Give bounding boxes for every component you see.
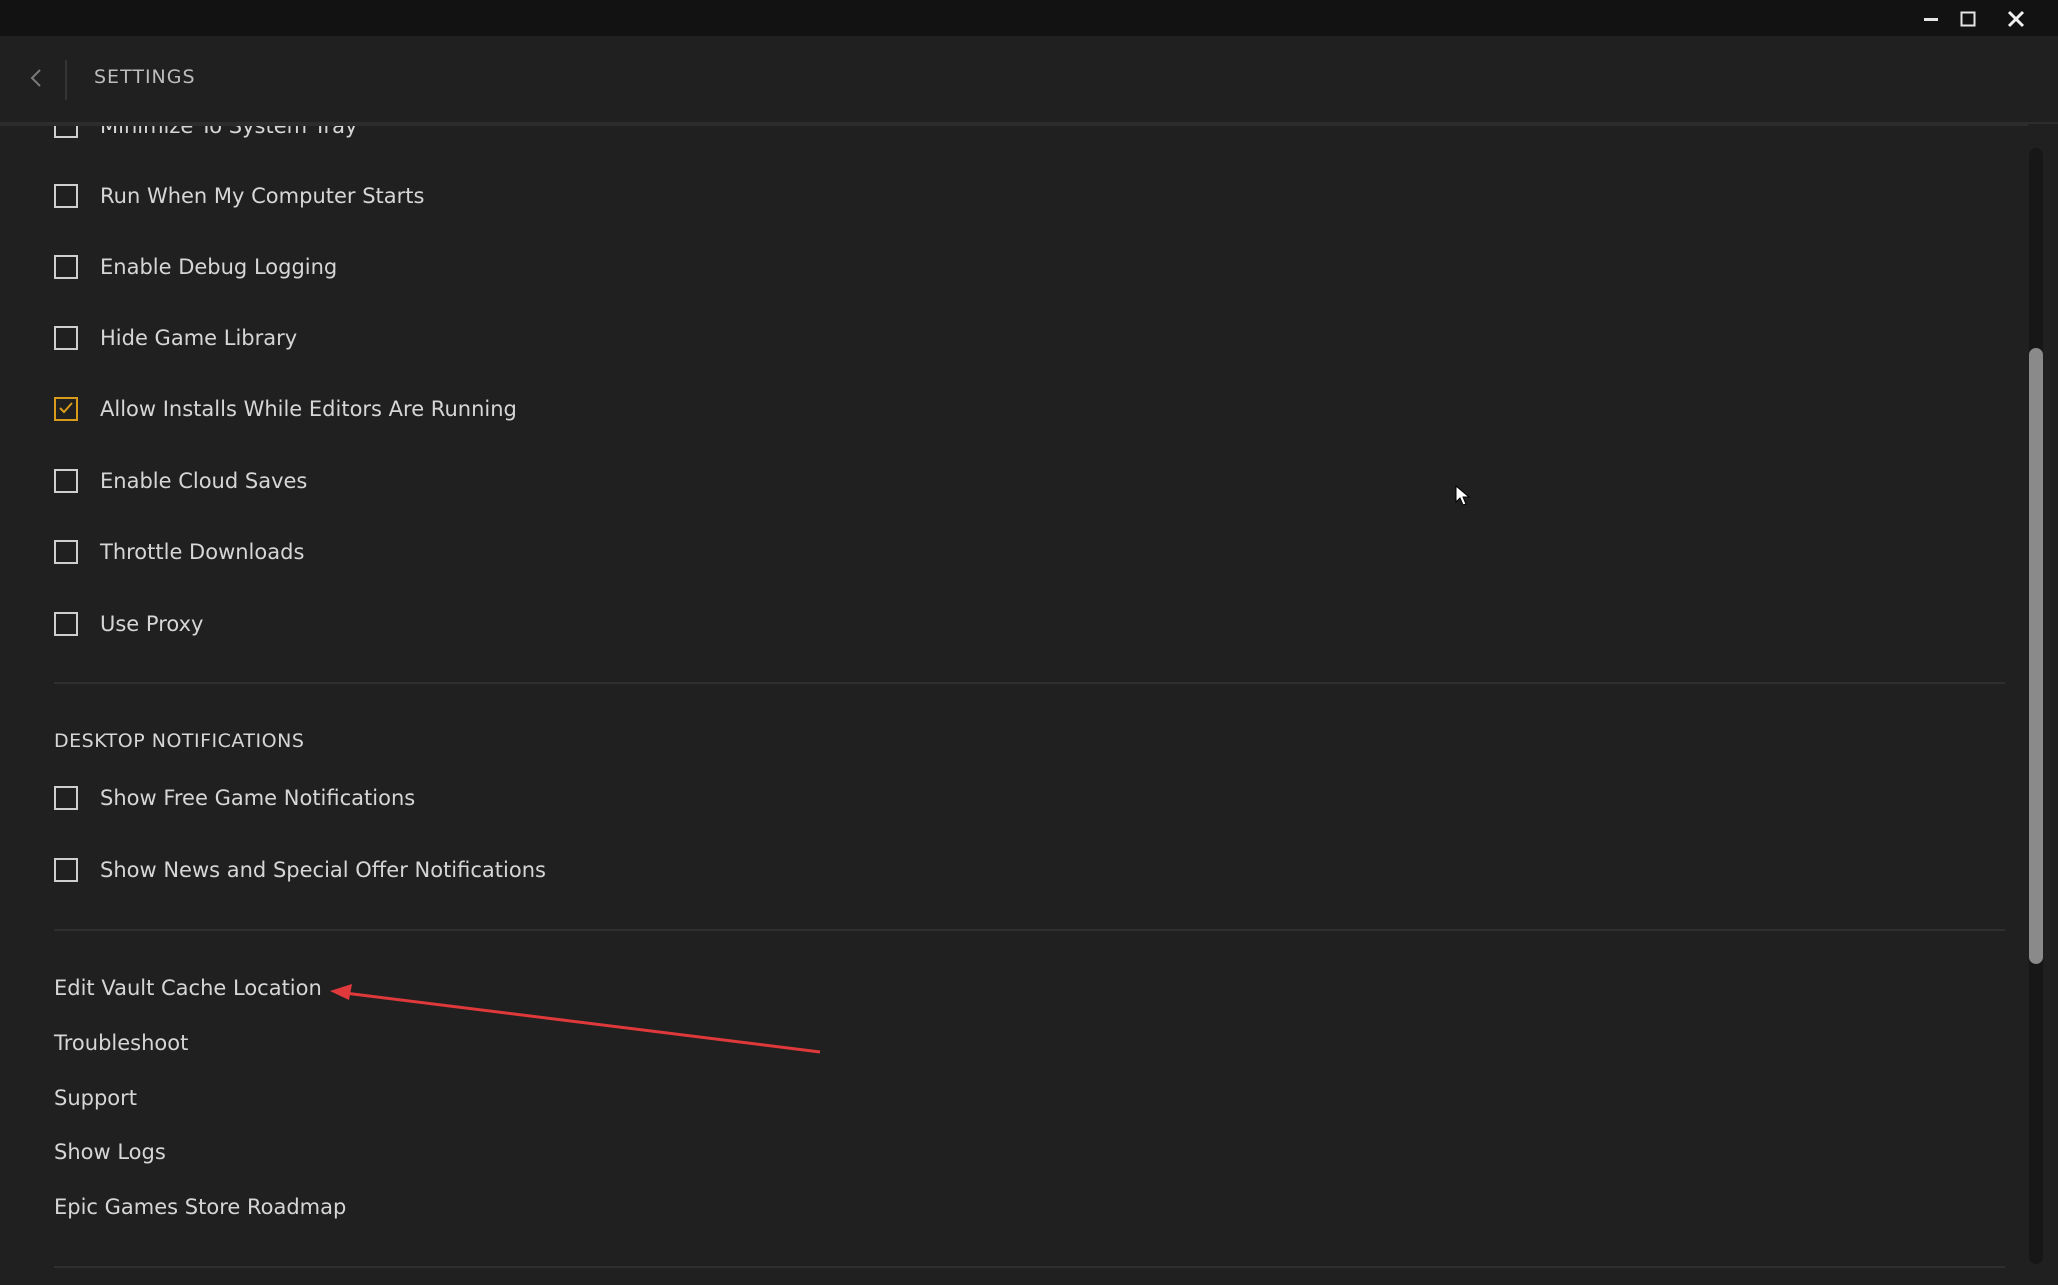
option-allow-installs-editors[interactable]: Allow Installs While Editors Are Running: [54, 391, 517, 427]
minimize-icon[interactable]: [1913, 2, 1949, 36]
header-bottom-border: [0, 124, 2028, 126]
checkbox[interactable]: [54, 540, 78, 564]
page-title: SETTINGS: [94, 66, 196, 88]
option-throttle-downloads[interactable]: Throttle Downloads: [54, 534, 304, 570]
option-label: Run When My Computer Starts: [100, 184, 425, 208]
checkmark-icon: [58, 400, 74, 419]
option-label: Minimize To System Tray: [100, 126, 358, 138]
option-news-offer-notifications[interactable]: Show News and Special Offer Notification…: [54, 852, 546, 888]
option-debug-logging[interactable]: Enable Debug Logging: [54, 249, 337, 285]
checkbox[interactable]: [54, 786, 78, 810]
checkbox[interactable]: [54, 255, 78, 279]
checkbox[interactable]: [54, 858, 78, 882]
link-show-logs[interactable]: Show Logs: [54, 1140, 166, 1164]
settings-window: SETTINGS Minimize To System Tray Run Whe…: [0, 36, 2058, 1285]
option-minimize-to-tray[interactable]: Minimize To System Tray: [54, 126, 357, 144]
option-label: Show Free Game Notifications: [100, 786, 416, 810]
checkbox[interactable]: [54, 612, 78, 636]
section-divider: [54, 929, 2005, 931]
section-divider: [54, 1266, 2005, 1268]
chevron-left-icon: [28, 67, 44, 93]
checkbox[interactable]: [54, 469, 78, 493]
option-label: Hide Game Library: [100, 326, 298, 350]
link-troubleshoot[interactable]: Troubleshoot: [54, 1031, 188, 1055]
window-titlebar: [0, 0, 2058, 36]
option-label: Show News and Special Offer Notification…: [100, 858, 546, 882]
close-icon[interactable]: [1998, 2, 2034, 36]
settings-content[interactable]: Minimize To System Tray Run When My Comp…: [0, 126, 2028, 1285]
maximize-icon[interactable]: [1950, 2, 1986, 36]
checkbox[interactable]: [54, 184, 78, 208]
checkbox[interactable]: [54, 326, 78, 350]
link-epic-games-store-roadmap[interactable]: Epic Games Store Roadmap: [54, 1195, 346, 1219]
settings-header: SETTINGS: [0, 36, 2058, 124]
option-label: Allow Installs While Editors Are Running: [100, 397, 517, 421]
option-cloud-saves[interactable]: Enable Cloud Saves: [54, 463, 307, 499]
mouse-cursor-icon: [1455, 484, 1471, 507]
option-label: Use Proxy: [100, 612, 204, 636]
option-label: Enable Debug Logging: [100, 255, 338, 279]
link-edit-vault-cache-location[interactable]: Edit Vault Cache Location: [54, 976, 322, 1000]
option-label: Throttle Downloads: [100, 540, 305, 564]
option-run-on-startup[interactable]: Run When My Computer Starts: [54, 178, 424, 214]
section-divider: [54, 682, 2005, 684]
option-hide-game-library[interactable]: Hide Game Library: [54, 320, 297, 356]
header-divider: [65, 60, 67, 100]
link-support[interactable]: Support: [54, 1086, 137, 1110]
option-free-game-notifications[interactable]: Show Free Game Notifications: [54, 780, 415, 816]
option-use-proxy[interactable]: Use Proxy: [54, 606, 203, 642]
section-heading-desktop-notifications: DESKTOP NOTIFICATIONS: [54, 730, 305, 752]
option-label: Enable Cloud Saves: [100, 469, 308, 493]
back-button[interactable]: [18, 62, 54, 98]
checkbox[interactable]: [54, 126, 78, 138]
checkbox-checked[interactable]: [54, 397, 78, 421]
scrollbar-thumb[interactable]: [2029, 348, 2043, 964]
